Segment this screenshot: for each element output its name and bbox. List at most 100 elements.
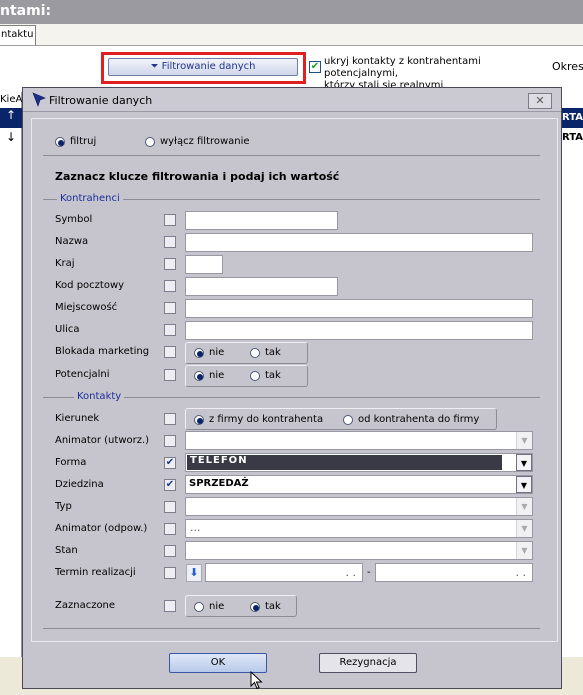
kierunek-from-label: z firmy do kontrahenta [209,414,324,425]
blokada-nie-label: nie [209,347,225,358]
chevron-down-icon[interactable]: ▼ [516,454,532,471]
zaznaczone-tak-radio[interactable] [250,602,260,612]
potencjalni-label: Potencjalni [55,369,110,380]
hide-contacts-checkbox[interactable]: ✔ [309,61,321,73]
animator-utworz-combo[interactable]: ▼ [185,431,533,450]
ulica-label: Ulica [55,324,80,335]
cancel-button[interactable]: Rezygnacja [319,653,417,673]
zaznaczone-tak-label: tak [265,601,281,612]
blokada-label: Blokada marketing [55,346,150,357]
blokada-nie-radio[interactable] [194,348,204,358]
termin-separator: - [367,567,371,578]
typ-combo[interactable]: ▼ [185,497,533,516]
section-kontakty-title: Kontakty [74,391,125,402]
chevron-down-icon[interactable]: ▼ [516,476,532,493]
funnel-icon: ⏷ [150,61,162,72]
animator-odpow-value: ... [190,521,201,534]
symbol-checkbox[interactable] [164,214,176,226]
grid-row-right[interactable]: RTA [562,132,583,143]
grid-header-partial: KieA [0,94,23,105]
okres-label: Okres [552,60,583,73]
kod-pocztowy-checkbox[interactable] [164,280,176,292]
tab-strip [0,24,583,46]
grid-row-selected[interactable]: ↑ [0,108,22,128]
forma-label: Forma [55,457,87,468]
zaznaczone-checkbox[interactable] [164,600,176,612]
kierunek-label: Kierunek [55,413,100,424]
chevron-down-icon[interactable]: ▼ [516,432,532,449]
divider [43,628,540,629]
stan-checkbox[interactable] [164,545,176,557]
termin-from-value: . . [345,566,357,579]
grid-row-selected-right[interactable]: RTA [562,108,583,128]
kraj-label: Kraj [55,258,75,269]
app-title: ntami: [0,3,52,19]
termin-to-value: . . [515,566,527,579]
filter-data-button[interactable]: ⏷ Filtrowanie danych [108,58,298,76]
filter-data-button-label: Filtrowanie danych [161,61,256,72]
kraj-checkbox[interactable] [164,258,176,270]
app-titlebar: ntami: [0,0,583,24]
arrow-down-icon[interactable]: ⬇ [186,564,202,582]
animator-odpow-combo[interactable]: ... ▼ [185,519,533,538]
blokada-tak-label: tak [265,347,281,358]
kod-pocztowy-label: Kod pocztowy [55,280,125,291]
animator-odpow-checkbox[interactable] [164,523,176,535]
potencjalni-tak-label: tak [265,370,281,381]
ulica-checkbox[interactable] [164,324,176,336]
grid-right-column [562,108,583,658]
dziedzina-label: Dziedzina [55,479,104,490]
dziedzina-checkbox[interactable]: ✔ [164,479,176,491]
potencjalni-tak-radio[interactable] [250,371,260,381]
nazwa-label: Nazwa [55,236,89,247]
symbol-input[interactable] [185,211,338,230]
section-kontrahenci-title: Kontrahenci [57,193,123,204]
miejscowosc-input[interactable] [185,299,533,318]
hide-contacts-label-line1: ukryj kontakty z kontrahentami potencjal… [324,56,481,79]
termin-checkbox[interactable] [164,567,176,579]
animator-odpow-label: Animator (odpow.) [55,523,148,534]
stan-label: Stan [55,545,78,556]
typ-checkbox[interactable] [164,501,176,513]
potencjalni-checkbox[interactable] [164,369,176,381]
forma-checkbox[interactable]: ✔ [164,457,176,469]
kraj-input[interactable] [185,255,223,274]
zaznaczone-nie-label: nie [209,601,225,612]
zaznaczone-label: Zaznaczone [55,600,116,611]
forma-combo[interactable]: TELEFON ▼ [185,453,533,472]
kierunek-from-radio[interactable] [194,415,204,425]
mode-disable-radio[interactable] [145,137,155,147]
mouse-cursor-icon [250,671,263,690]
termin-to-input[interactable]: . . [375,563,533,582]
kierunek-checkbox[interactable] [164,413,176,425]
blokada-tak-radio[interactable] [250,348,260,358]
dialog-app-icon [32,92,46,107]
dialog-title: Filtrowanie danych [49,94,153,107]
ok-button[interactable]: OK [169,653,267,673]
forma-value: TELEFON [190,455,248,466]
nazwa-checkbox[interactable] [164,236,176,248]
potencjalni-nie-label: nie [209,370,225,381]
chevron-down-icon[interactable]: ▼ [516,498,532,515]
mode-disable-label: wyłącz filtrowanie [160,136,250,147]
tab-kontaktu[interactable]: ntaktu [0,25,36,45]
ulica-input[interactable] [185,321,533,340]
divider [43,155,540,156]
animator-utworz-checkbox[interactable] [164,435,176,447]
kierunek-to-radio[interactable] [343,415,353,425]
dziedzina-combo[interactable]: SPRZEDAŻ ▼ [185,475,533,494]
nazwa-input[interactable] [185,233,533,252]
zaznaczone-nie-radio[interactable] [194,602,204,612]
potencjalni-nie-radio[interactable] [194,371,204,381]
grid-row[interactable]: ↓ [0,130,22,144]
miejscowosc-checkbox[interactable] [164,302,176,314]
kierunek-to-label: od kontrahenta do firmy [358,414,480,425]
close-button[interactable]: ✕ [528,93,552,109]
chevron-down-icon[interactable]: ▼ [516,520,532,537]
termin-from-input[interactable]: . . [205,563,363,582]
stan-combo[interactable]: ▼ [185,541,533,560]
kod-pocztowy-input[interactable] [185,277,338,296]
chevron-down-icon[interactable]: ▼ [516,542,532,559]
blokada-checkbox[interactable] [164,346,176,358]
mode-filter-radio[interactable] [55,137,65,147]
